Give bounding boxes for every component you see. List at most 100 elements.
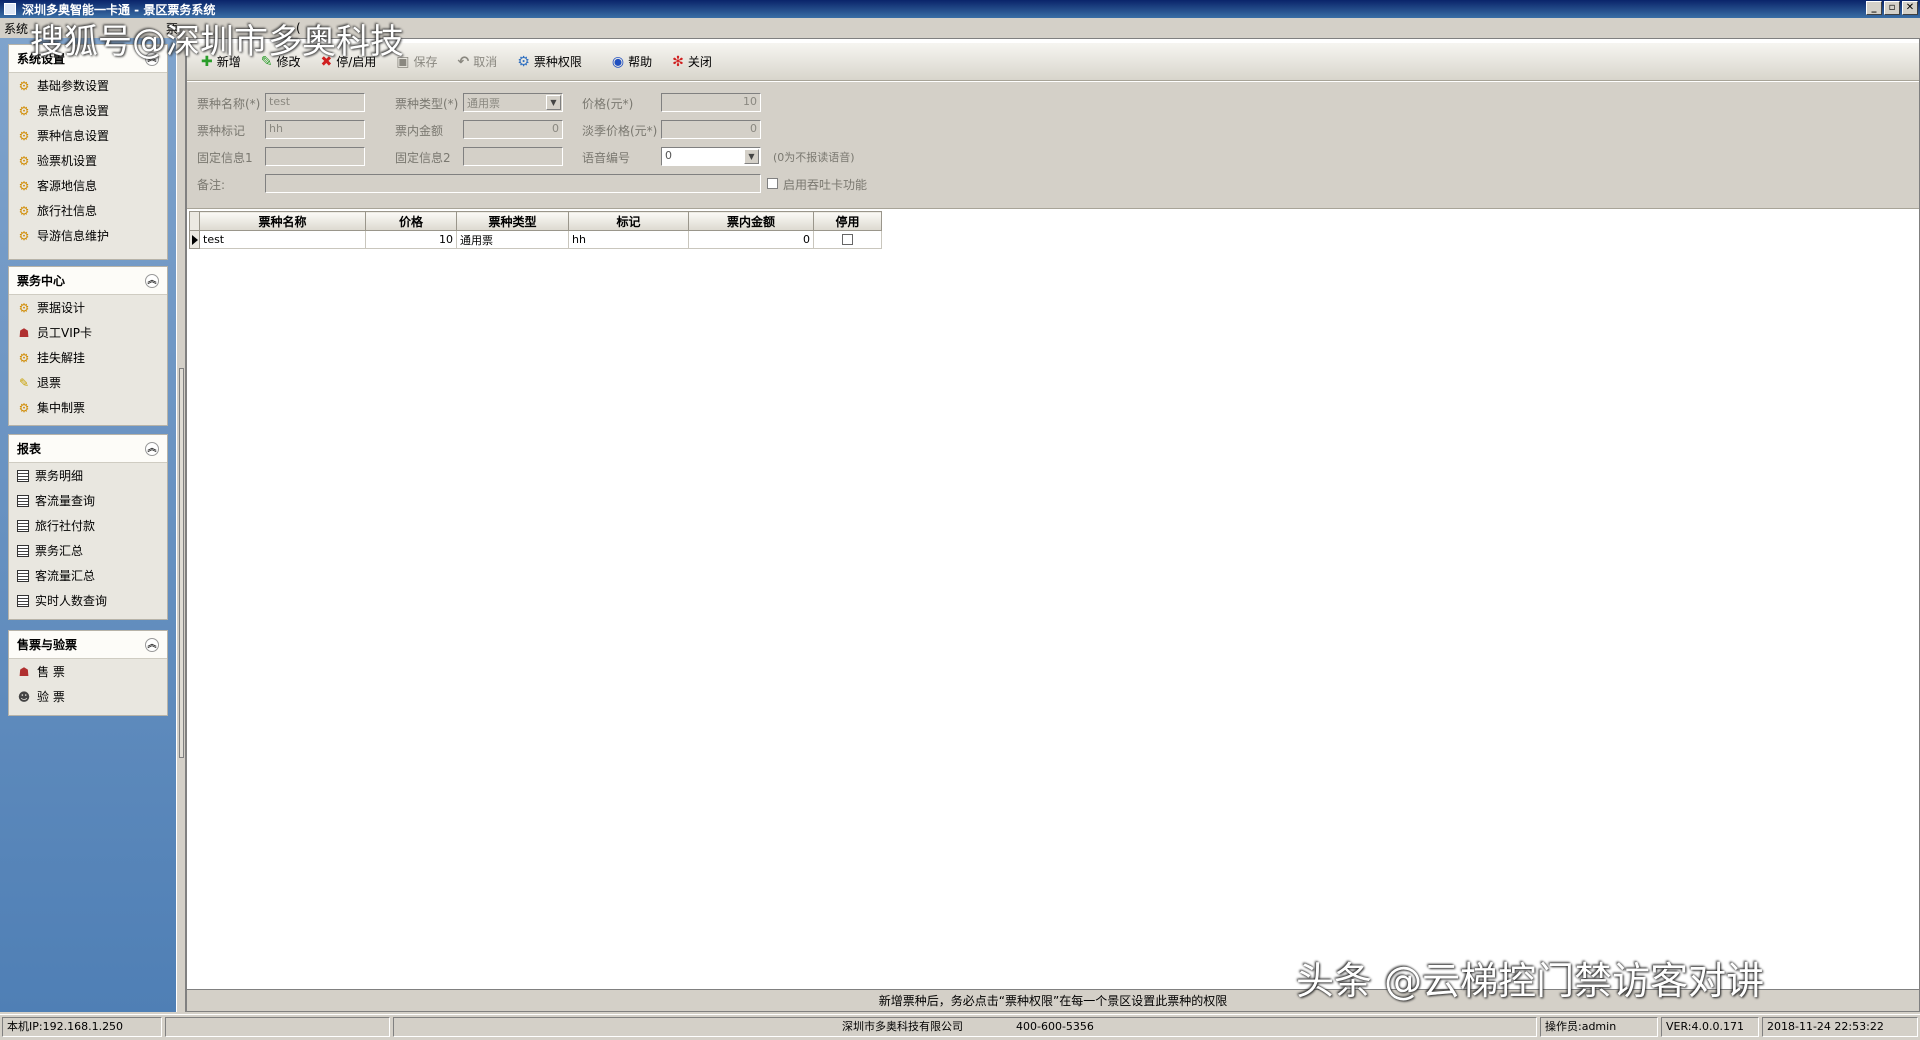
sidebar-item-vip-card[interactable]: ☗ 员工VIP卡 (9, 320, 167, 345)
sidebar-item-source-info[interactable]: ⚙ 客源地信息 (9, 173, 167, 198)
edit-button[interactable]: ✎ 修改 (261, 53, 301, 70)
fixed-info1-input[interactable] (265, 147, 365, 166)
cancel-button[interactable]: ↶ 取消 (458, 53, 498, 70)
sidebar-item-label: 客流量查询 (35, 494, 96, 508)
row-indicator[interactable] (189, 230, 200, 249)
swallow-card-label: 启用吞吐卡功能 (783, 178, 868, 192)
collapse-icon[interactable]: ︽ (145, 273, 159, 288)
panel-title: 系统设置 (17, 52, 66, 66)
sidebar-item-agency-payment[interactable]: 旅行社付款 (9, 513, 167, 538)
save-button[interactable]: ▣ 保存 (396, 53, 437, 70)
sidebar-item-ticket-design[interactable]: ⚙ 票据设计 (9, 295, 167, 320)
cell-name[interactable]: test (199, 230, 366, 249)
voice-no-select[interactable]: 0 ▼ (661, 147, 761, 166)
column-header-price[interactable]: 价格 (365, 211, 457, 231)
stop-enable-button[interactable]: ✖ 停/启用 (321, 53, 377, 70)
column-header-amount[interactable]: 票内金额 (688, 211, 814, 231)
offseason-price-input[interactable]: 0 (661, 120, 761, 139)
cell-price[interactable]: 10 (365, 230, 457, 249)
help-button[interactable]: ◉ 帮助 (612, 53, 652, 70)
sidebar-item-label: 票种信息设置 (37, 129, 110, 143)
sidebar-item-flow-query[interactable]: 客流量查询 (9, 488, 167, 513)
sidebar-item-ticket-type-info[interactable]: ⚙ 票种信息设置 (9, 123, 167, 148)
cell-amount[interactable]: 0 (688, 230, 814, 249)
swallow-card-checkbox[interactable] (767, 178, 778, 189)
status-company: 深圳市多奥科技有限公司 (842, 1020, 963, 1033)
gear-icon: ⚙ (18, 400, 30, 415)
sidebar-item-basic-params[interactable]: ⚙ 基础参数设置 (9, 73, 167, 98)
fixed-info2-input[interactable] (463, 147, 563, 166)
disabled-checkbox[interactable] (842, 234, 853, 245)
sidebar-item-refund[interactable]: ✎ 退票 (9, 370, 167, 395)
close-button[interactable]: ✻ 关闭 (672, 53, 712, 70)
sidebar-splitter[interactable] (176, 38, 186, 1012)
sidebar-item-batch-make[interactable]: ⚙ 集中制票 (9, 395, 167, 420)
minimize-button[interactable]: _ (1866, 1, 1882, 15)
sidebar-item-ticket-detail[interactable]: 票务明细 (9, 463, 167, 488)
sidebar-item-sell-ticket[interactable]: ☗ 售 票 (9, 659, 167, 684)
ticket-permission-button[interactable]: ⚙ 票种权限 (517, 53, 582, 70)
collapse-icon[interactable]: ︽ (145, 637, 159, 652)
sidebar-item-report-loss[interactable]: ⚙ 挂失解挂 (9, 345, 167, 370)
splitter-grip[interactable] (179, 368, 184, 758)
add-button[interactable]: ✚ 新增 (201, 53, 241, 70)
save-icon: ▣ (396, 53, 410, 70)
sidebar-item-agency-info[interactable]: ⚙ 旅行社信息 (9, 198, 167, 223)
column-header-type[interactable]: 票种类型 (456, 211, 569, 231)
price-input[interactable]: 10 (661, 93, 761, 112)
menu-item-4[interactable]: ( (296, 21, 301, 35)
offseason-price-label: 淡季价格(元*) (582, 124, 658, 138)
sidebar-item-label: 票务汇总 (35, 544, 84, 558)
column-header-mark[interactable]: 标记 (568, 211, 689, 231)
sidebar-item-label: 基础参数设置 (37, 79, 110, 93)
sidebar-item-guide-info[interactable]: ⚙ 导游信息维护 (9, 223, 167, 248)
column-header-disabled[interactable]: 停用 (813, 211, 882, 231)
sidebar-item-label: 集中制票 (37, 401, 86, 415)
sidebar-item-label: 员工VIP卡 (37, 326, 92, 340)
chevron-down-icon[interactable]: ▼ (744, 149, 759, 164)
remark-input[interactable] (265, 174, 761, 193)
panel-title: 报表 (17, 442, 42, 456)
panel-header-reports[interactable]: 报表 ︽ (9, 435, 167, 463)
sidebar-item-label: 旅行社付款 (35, 519, 96, 533)
status-bar: 本机IP:192.168.1.250 深圳市多奥科技有限公司 400-600-5… (0, 1014, 1920, 1040)
panel-header-sell-check[interactable]: 售票与验票 ︽ (9, 631, 167, 659)
panel-header-ticket-center[interactable]: 票务中心 ︽ (9, 267, 167, 295)
table-header-row: 票种名称 价格 票种类型 标记 票内金额 停用 (189, 211, 882, 231)
collapse-icon[interactable]: ︽ (145, 51, 159, 66)
restore-button[interactable]: ▫ (1884, 1, 1900, 15)
cell-disabled[interactable] (813, 230, 882, 249)
gear-icon: ⚙ (18, 228, 30, 243)
sidebar-item-realtime-count[interactable]: 实时人数查询 (9, 588, 167, 613)
remark-label: 备注: (197, 178, 226, 192)
sidebar-item-checker-settings[interactable]: ⚙ 验票机设置 (9, 148, 167, 173)
close-window-button[interactable]: ✕ (1902, 1, 1918, 15)
sidebar-item-label: 退票 (37, 376, 62, 390)
menu-item-2[interactable]: 票 (166, 20, 178, 37)
sidebar-item-flow-summary[interactable]: 客流量汇总 (9, 563, 167, 588)
sidebar-item-check-ticket[interactable]: ☻ 验 票 (9, 684, 167, 709)
table-row[interactable]: test 10 通用票 hh 0 (189, 230, 882, 249)
price-label: 价格(元*) (582, 97, 634, 111)
status-operator: 操作员:admin (1540, 1017, 1658, 1037)
window-controls: _ ▫ ✕ (1866, 1, 1918, 15)
collapse-icon[interactable]: ︽ (145, 441, 159, 456)
gear-icon: ⚙ (18, 78, 30, 93)
sidebar-item-ticket-summary[interactable]: 票务汇总 (9, 538, 167, 563)
column-header-name[interactable]: 票种名称 (199, 211, 366, 231)
sidebar-item-scenic-info[interactable]: ⚙ 景点信息设置 (9, 98, 167, 123)
sidebar: 系统设置 ︽ ⚙ 基础参数设置 ⚙ 景点信息设置 ⚙ 票种信息设置 ⚙ 验票机设置 ⚙ 客… (0, 38, 176, 1012)
chevron-down-icon[interactable]: ▼ (546, 95, 561, 110)
inner-amount-input[interactable]: 0 (463, 120, 563, 139)
ticket-name-input[interactable]: test (265, 93, 365, 112)
panel-header-system-settings[interactable]: 系统设置 ︽ (9, 45, 167, 73)
ticket-type-select[interactable]: 通用票 ▼ (463, 93, 563, 112)
menu-system[interactable]: 系统 (4, 20, 28, 37)
pencil-icon: ✎ (260, 53, 273, 70)
cell-mark[interactable]: hh (568, 230, 689, 249)
ticket-mark-input[interactable]: hh (265, 120, 365, 139)
cell-type[interactable]: 通用票 (456, 230, 569, 249)
sidebar-item-label: 票务明细 (35, 469, 84, 483)
voice-no-value: 0 (665, 149, 672, 162)
sidebar-item-label: 挂失解挂 (37, 351, 86, 365)
